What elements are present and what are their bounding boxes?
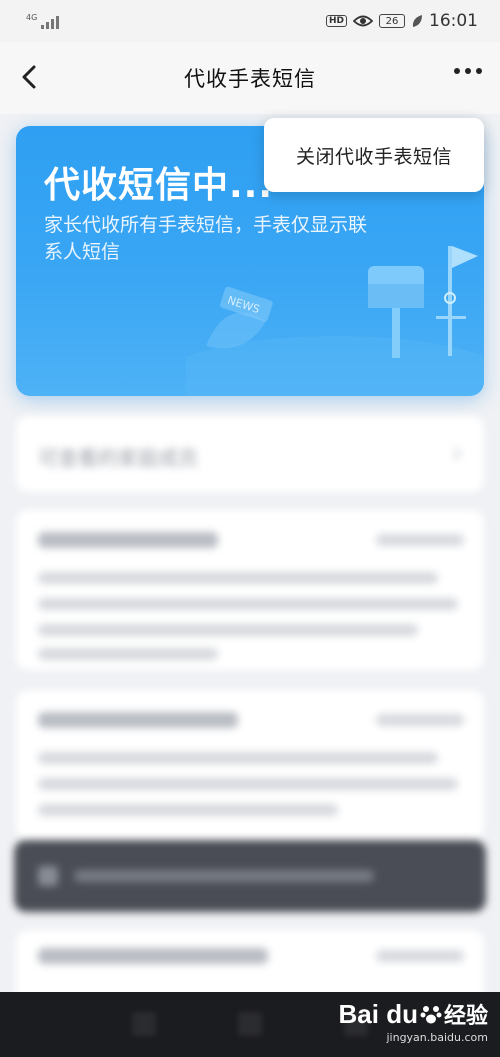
watermark-brand: Bai du <box>338 998 418 1029</box>
app-header: 代收手表短信 <box>0 42 500 114</box>
watermark-url: jingyan.baidu.com <box>386 1031 488 1044</box>
family-member-row[interactable]: 可查看的家庭成员 <box>16 416 484 492</box>
status-bar: 4G HD 26 16:01 <box>0 0 500 42</box>
battery-indicator: 26 <box>379 14 405 28</box>
baidu-watermark: Bai du 经验 jingyan.baidu.com <box>338 998 488 1045</box>
blurred-content: 可查看的家庭成员 <box>0 400 500 1040</box>
eye-comfort-icon <box>353 15 373 27</box>
chevron-right-icon <box>453 447 462 461</box>
page-title: 代收手表短信 <box>184 67 316 91</box>
message-card[interactable] <box>16 690 484 840</box>
hint-banner <box>14 840 486 912</box>
message-card[interactable] <box>16 510 484 670</box>
paw-icon <box>420 1006 442 1024</box>
close-sms-popup-item[interactable]: 关闭代收手表短信 <box>264 118 484 192</box>
clock: 16:01 <box>429 11 478 31</box>
signal-icon: 4G <box>26 13 60 29</box>
family-member-label: 可查看的家庭成员 <box>38 446 198 470</box>
close-sms-label: 关闭代收手表短信 <box>295 145 452 168</box>
more-options-icon[interactable] <box>454 68 482 74</box>
mailbox-illustration-icon: NEWS <box>186 246 484 396</box>
back-arrow-icon[interactable] <box>14 60 46 94</box>
network-type: 4G <box>26 13 38 22</box>
watermark-jingyan: 经验 <box>443 1004 488 1029</box>
hd-badge: HD <box>325 15 347 27</box>
banner-title: 代收短信中... <box>44 165 274 206</box>
leaf-icon <box>412 15 422 27</box>
